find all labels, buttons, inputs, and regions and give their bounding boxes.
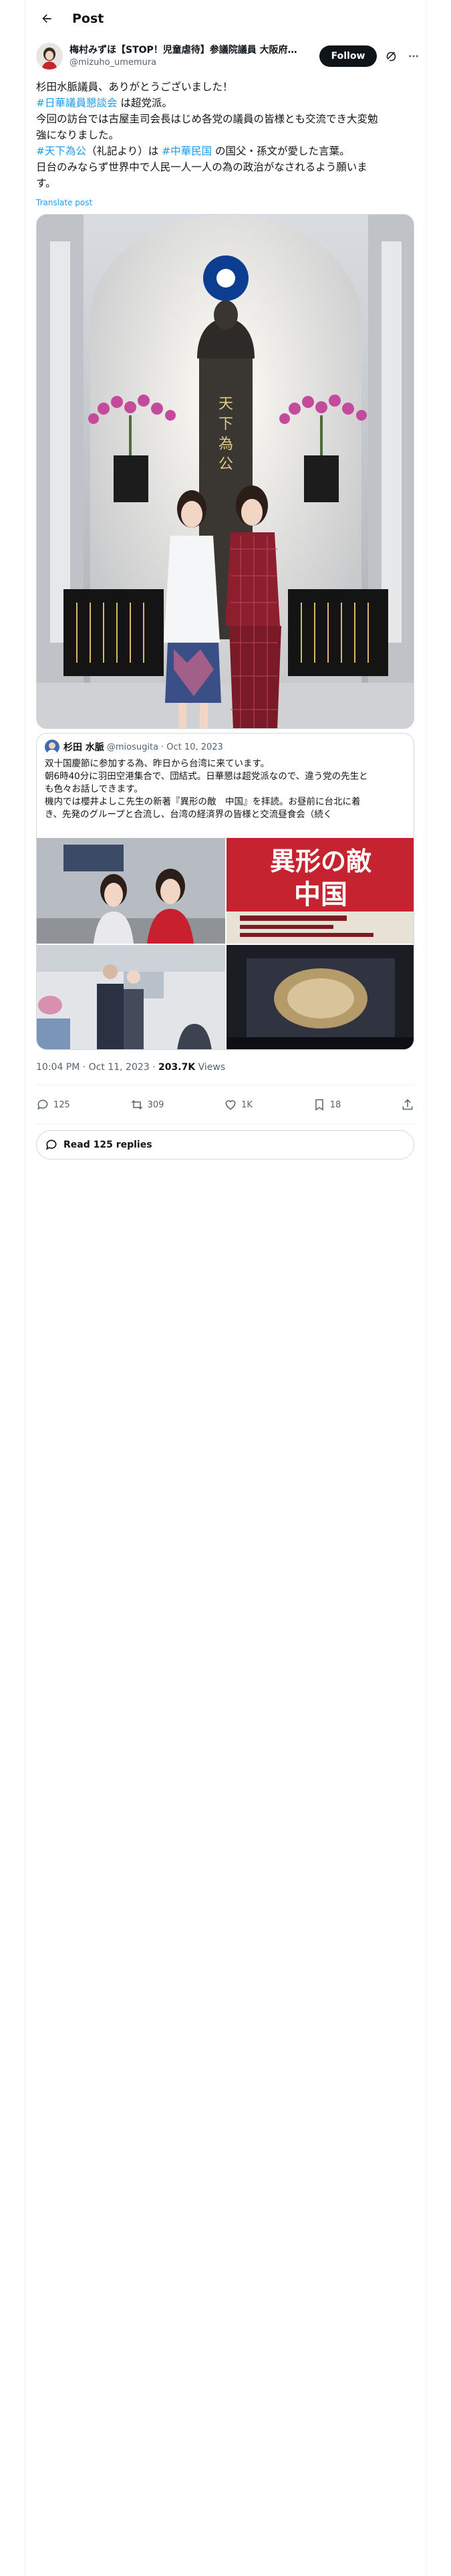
user-handle[interactable]: @mizuho_umemura — [69, 57, 306, 69]
bookmark-button[interactable]: 18 — [313, 1098, 341, 1111]
repost-count: 309 — [147, 1099, 164, 1110]
avatar[interactable] — [36, 43, 63, 70]
hashtag-link[interactable]: #日華議員懇談会 — [36, 97, 118, 109]
divider — [36, 1123, 414, 1124]
display-name[interactable]: 梅村みずほ【STOP！児童虐待】参議院議員 大阪府選… — [69, 44, 306, 57]
reply-bubble-icon — [46, 1140, 57, 1150]
reply-icon — [37, 1099, 48, 1110]
grok-icon — [386, 51, 396, 62]
post-text: 杉田水脈議員、ありがとうございました！ #日華議員懇談会 は超党派。 今回の訪台… — [36, 79, 425, 191]
calligraphy-text: 天 — [218, 396, 233, 413]
share-icon — [402, 1099, 413, 1110]
svg-text:下: 下 — [218, 416, 233, 433]
post-line: 杉田水脈議員、ありがとうございました！ — [36, 81, 233, 93]
post-line: 今回の訪台では古屋圭司会長はじめ各党の議員の皆様とも交流でき大変勉 — [36, 113, 378, 125]
svg-text:公: 公 — [218, 456, 233, 473]
share-button[interactable] — [401, 1098, 414, 1111]
quote-photo-1[interactable] — [37, 838, 225, 944]
like-button[interactable]: 1K — [224, 1098, 253, 1111]
hashtag-link[interactable]: #中華民国 — [162, 145, 212, 157]
grok-button[interactable] — [384, 48, 399, 64]
read-replies-button[interactable]: Read 125 replies — [36, 1130, 414, 1160]
back-button[interactable] — [35, 7, 59, 31]
quoted-post[interactable]: 杉田 水脈 @miosugita · Oct 10, 2023 双十国慶節に参加… — [36, 733, 414, 1050]
post-author: 梅村みずほ【STOP！児童虐待】参議院議員 大阪府選… @mizuho_umem… — [36, 40, 421, 72]
quote-photo-4[interactable] — [227, 945, 414, 1049]
post-timestamp: 10:04 PM · Oct 11, 2023 · 203.7K Views — [36, 1062, 226, 1073]
like-count: 1K — [241, 1099, 253, 1110]
quote-text: 双十国慶節に参加する為、昨日から台湾に来ています。 朝6時40分に羽田空港集合で… — [45, 758, 368, 820]
post-line: す。 — [36, 177, 56, 189]
views-count: 203.7K — [158, 1062, 196, 1073]
post-line: 日台のみならず世界中で人民一人一人の為の政治がなされるよう願いま — [36, 161, 367, 173]
quote-handle: @miosugita — [106, 742, 159, 752]
book-title: 異形の敵 — [270, 846, 371, 876]
action-bar: 125 309 1K 18 — [36, 1089, 414, 1121]
arrow-left-icon — [42, 14, 51, 23]
more-button[interactable] — [406, 48, 421, 64]
right-border — [426, 0, 427, 2576]
follow-button[interactable]: Follow — [319, 45, 378, 67]
svg-text:為: 為 — [218, 436, 233, 453]
header: Post — [25, 0, 426, 37]
heart-icon — [225, 1100, 236, 1110]
reply-button[interactable]: 125 — [36, 1098, 70, 1111]
quote-avatar — [45, 740, 59, 754]
bookmark-count: 18 — [329, 1099, 341, 1110]
post-line: #日華議員懇談会 は超党派。 — [36, 97, 172, 109]
quote-photo-2[interactable]: 異形の敵 中国 — [227, 838, 414, 944]
book-subtitle: 中国 — [294, 879, 347, 910]
post-photo[interactable]: 天 下 為 公 — [36, 214, 414, 729]
repost-icon — [131, 1100, 142, 1109]
post-line: #天下為公（礼記より）は #中華民国 の国父・孫文が愛した言葉。 — [36, 145, 350, 157]
quote-date: · Oct 10, 2023 — [161, 742, 223, 752]
page-title: Post — [72, 11, 104, 26]
post-line: 強になりました。 — [36, 129, 120, 141]
repost-button[interactable]: 309 — [130, 1098, 164, 1111]
hashtag-link[interactable]: #天下為公 — [36, 145, 86, 157]
quote-media-grid: 異形の敵 中国 — [37, 838, 414, 1049]
quote-author-name: 杉田 水脈 — [63, 742, 104, 753]
reply-count: 125 — [53, 1099, 70, 1110]
more-icon — [408, 55, 418, 58]
translate-link[interactable]: Translate post — [36, 198, 92, 207]
bookmark-icon — [315, 1099, 323, 1111]
quote-photo-3[interactable] — [37, 945, 225, 1049]
